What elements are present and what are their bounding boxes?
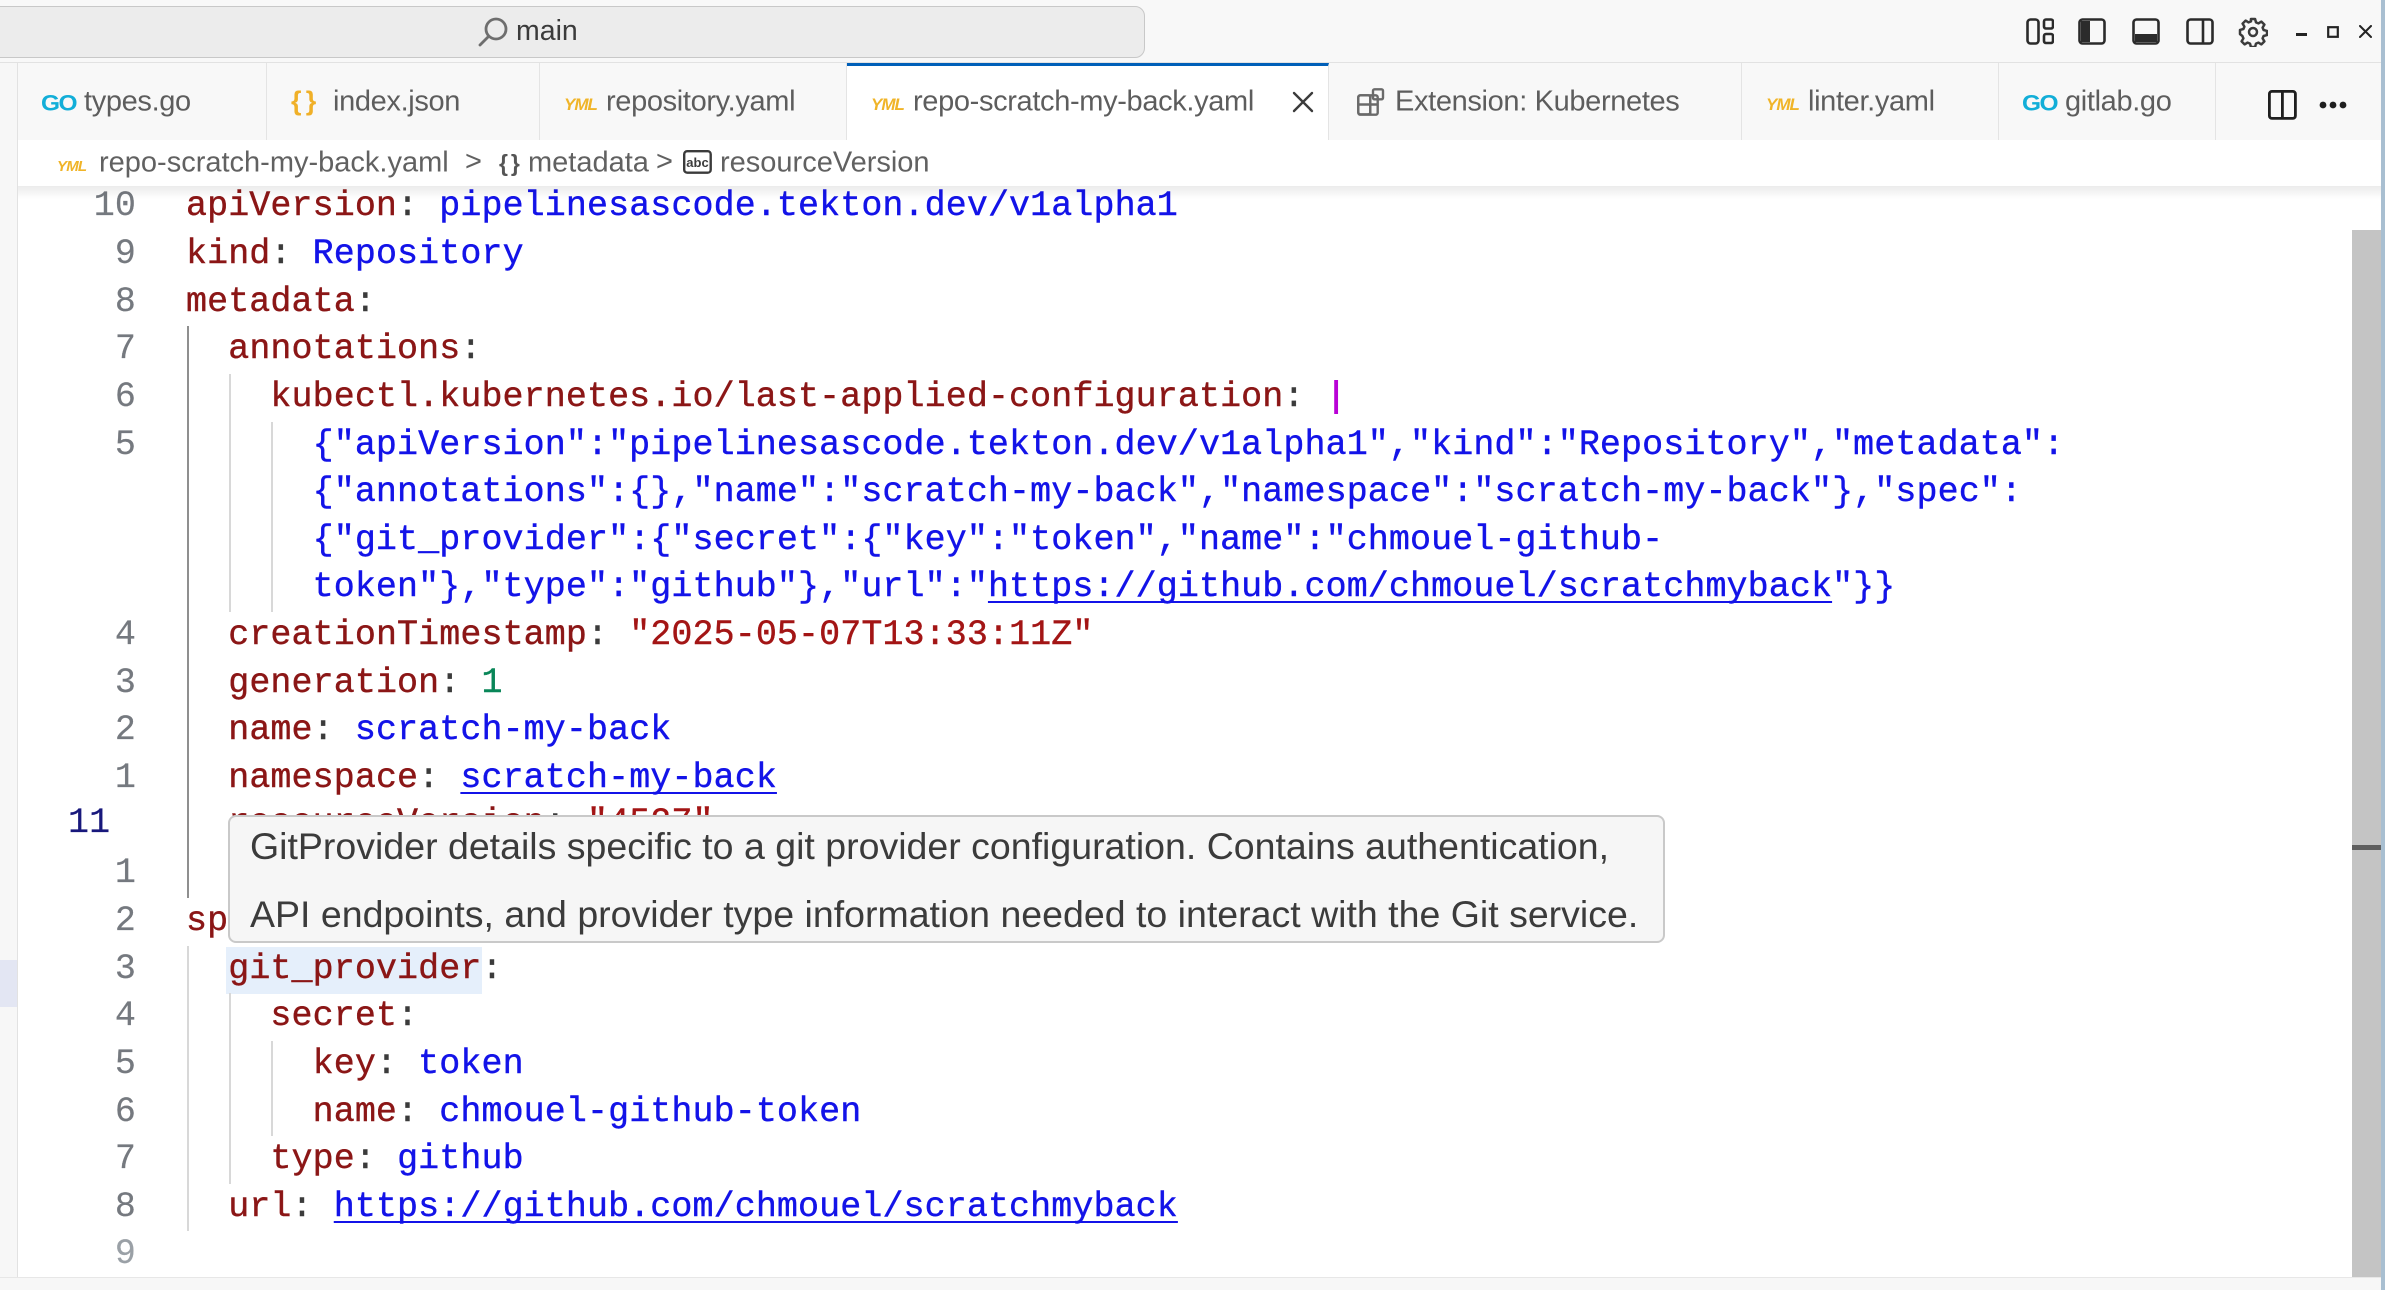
svg-text:abc: abc — [686, 155, 708, 170]
